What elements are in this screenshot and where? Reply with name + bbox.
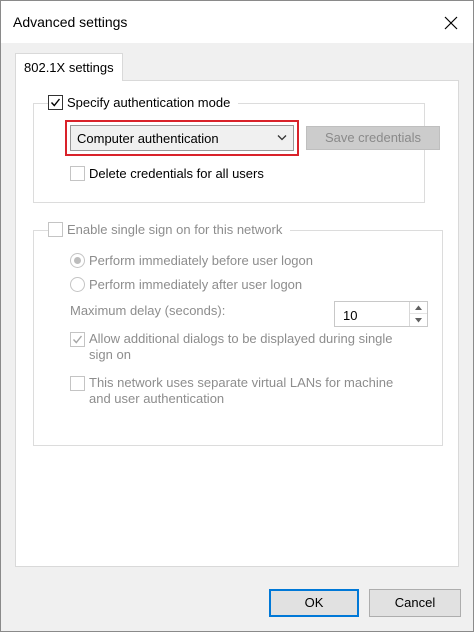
enable-sso-row: Enable single sign on for this network <box>48 222 291 237</box>
chevron-up-icon <box>415 305 422 310</box>
separate-vlans-checkbox[interactable] <box>70 376 85 391</box>
close-icon <box>444 16 458 30</box>
perform-after-radio[interactable] <box>70 277 85 292</box>
separate-vlans-row: This network uses separate virtual LANs … <box>70 375 410 407</box>
cancel-button[interactable]: Cancel <box>369 589 461 617</box>
stepper-down-button[interactable] <box>410 314 427 326</box>
perform-after-row: Perform immediately after user logon <box>70 277 302 292</box>
authentication-mode-group: Specify authentication mode Computer aut… <box>33 95 440 203</box>
perform-before-label: Perform immediately before user logon <box>89 253 313 268</box>
authentication-mode-select[interactable]: Computer authentication <box>70 125 294 151</box>
enable-sso-checkbox[interactable] <box>48 222 63 237</box>
max-delay-row: Maximum delay (seconds): <box>70 303 225 318</box>
delete-credentials-row: Delete credentials for all users <box>70 166 264 181</box>
single-sign-on-group: Enable single sign on for this network P… <box>33 222 443 446</box>
tab-panel: Specify authentication mode Computer aut… <box>15 80 459 567</box>
tab-label: 802.1X settings <box>24 60 114 75</box>
max-delay-stepper[interactable]: 10 <box>334 301 428 327</box>
perform-after-label: Perform immediately after user logon <box>89 277 303 292</box>
perform-before-radio[interactable] <box>70 253 85 268</box>
chevron-down-icon <box>277 135 287 141</box>
specify-auth-mode-label: Specify authentication mode <box>67 95 231 110</box>
checkmark-icon <box>72 335 83 344</box>
checkmark-icon <box>50 98 61 107</box>
delete-credentials-label: Delete credentials for all users <box>89 166 264 181</box>
max-delay-value: 10 <box>343 308 358 323</box>
tab-8021x-settings[interactable]: 802.1X settings <box>15 53 123 81</box>
title-bar: Advanced settings <box>1 1 473 43</box>
stepper-up-button[interactable] <box>410 302 427 314</box>
max-delay-label: Maximum delay (seconds): <box>70 303 226 318</box>
allow-dialogs-row: Allow additional dialogs to be displayed… <box>70 331 410 363</box>
save-credentials-button[interactable]: Save credentials <box>306 126 440 150</box>
dialog-title: Advanced settings <box>13 14 128 30</box>
radio-dot <box>74 257 81 264</box>
allow-dialogs-checkbox[interactable] <box>70 332 85 347</box>
specify-auth-mode-row: Specify authentication mode <box>48 95 239 110</box>
ok-button[interactable]: OK <box>269 589 359 617</box>
perform-before-row: Perform immediately before user logon <box>70 253 313 268</box>
chevron-down-icon <box>415 317 422 322</box>
advanced-settings-dialog: Advanced settings 802.1X settings Specif… <box>0 0 474 632</box>
allow-dialogs-label: Allow additional dialogs to be displayed… <box>89 331 393 362</box>
stepper-arrows <box>409 302 427 326</box>
select-value: Computer authentication <box>77 131 219 146</box>
separate-vlans-label: This network uses separate virtual LANs … <box>89 375 394 406</box>
enable-sso-label: Enable single sign on for this network <box>67 222 283 237</box>
specify-auth-mode-checkbox[interactable] <box>48 95 63 110</box>
delete-credentials-checkbox[interactable] <box>70 166 85 181</box>
close-button[interactable] <box>437 9 465 37</box>
